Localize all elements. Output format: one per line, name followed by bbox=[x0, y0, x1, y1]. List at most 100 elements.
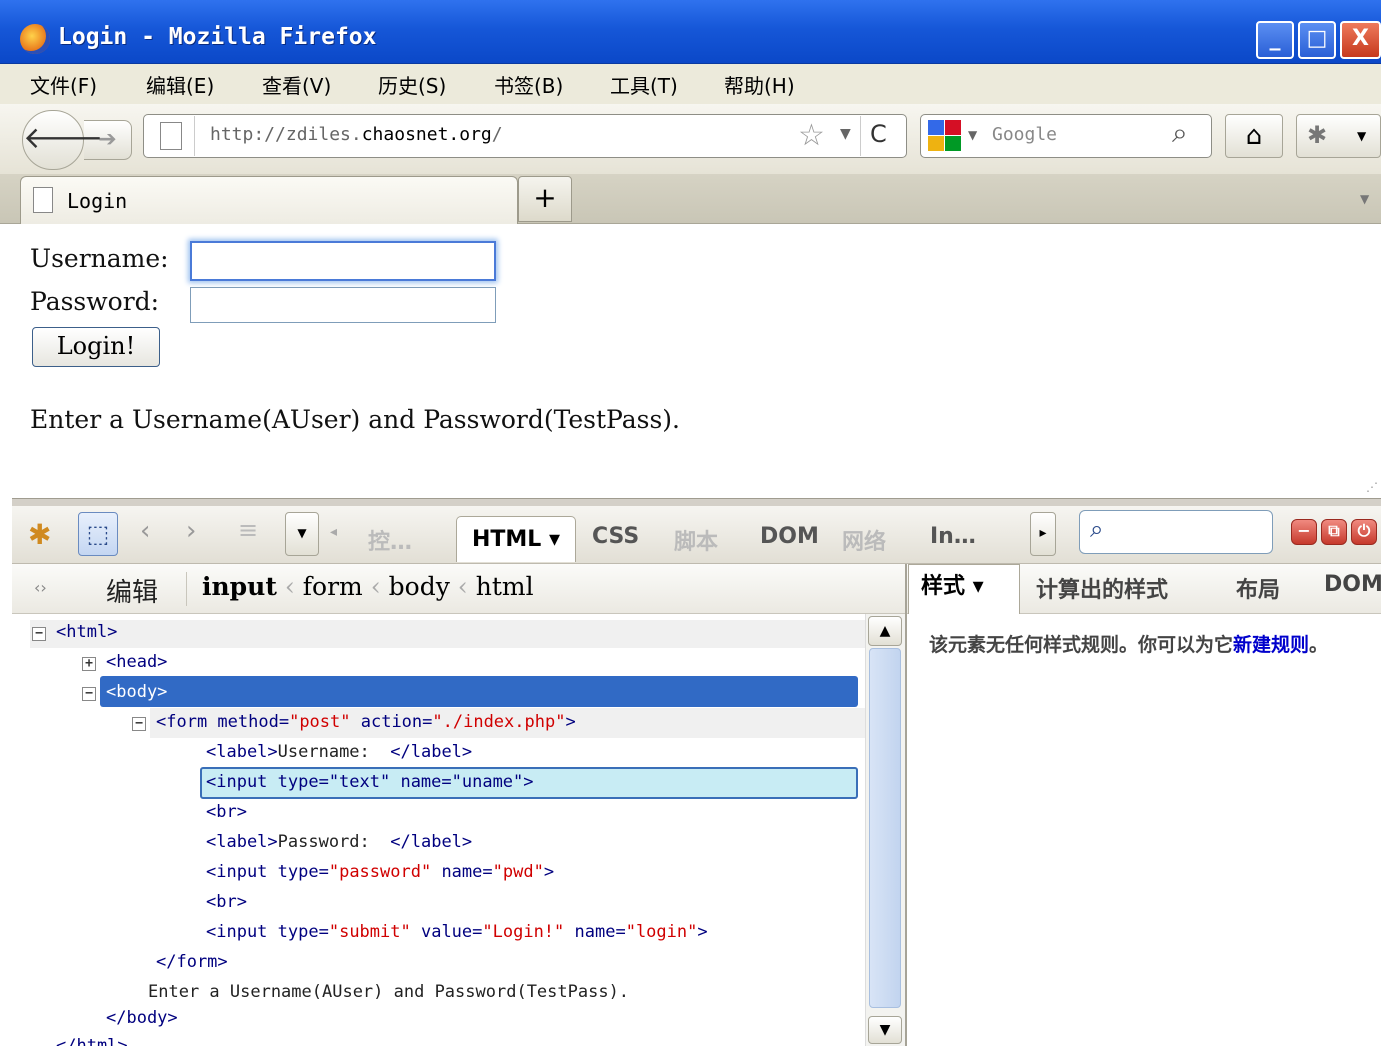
home-button[interactable]: ⌂ bbox=[1225, 114, 1283, 158]
menu-view[interactable]: 查看(V) bbox=[262, 70, 331, 99]
collapse-icon[interactable]: − bbox=[32, 627, 46, 641]
collapse-icon[interactable]: − bbox=[132, 717, 146, 731]
tree-node-label-username[interactable]: <label>Username: </label> bbox=[206, 738, 472, 766]
tab-layout[interactable]: 布局 bbox=[1236, 572, 1280, 604]
firefox-logo-icon bbox=[20, 24, 50, 54]
tab-html[interactable]: HTML ▾ bbox=[456, 516, 576, 562]
side-panel-tabs: 样式 ▾ 计算出的样式 布局 DOM bbox=[906, 564, 1381, 614]
tree-node-form[interactable]: <form method="post" action="./index.php"… bbox=[156, 708, 576, 736]
panel-menu-button[interactable]: ▼ bbox=[285, 512, 319, 556]
tab-list-dropdown-icon[interactable]: ▼ bbox=[1360, 192, 1369, 206]
tab-net[interactable]: 网络 bbox=[842, 524, 886, 556]
crumb-form[interactable]: form bbox=[303, 572, 363, 601]
tab-login[interactable]: Login bbox=[20, 176, 518, 224]
window-title-bar[interactable]: Login - Mozilla Firefox bbox=[0, 0, 1381, 64]
tab-computed-style[interactable]: 计算出的样式 bbox=[1036, 572, 1168, 604]
new-tab-button[interactable]: + bbox=[518, 176, 572, 222]
back-button[interactable]: 🡐 bbox=[22, 110, 103, 170]
reload-icon[interactable]: C bbox=[870, 120, 887, 148]
scroll-up-button[interactable]: ▲ bbox=[868, 616, 902, 646]
tab-scroll-left-icon[interactable]: ◂ bbox=[330, 524, 337, 540]
tree-scrollbar[interactable]: ▲ ▼ bbox=[865, 614, 905, 1046]
tree-node-input-submit[interactable]: <input type="submit" value="Login!" name… bbox=[206, 918, 708, 946]
tab-css[interactable]: CSS bbox=[592, 524, 639, 549]
edit-button[interactable]: 编辑 bbox=[106, 572, 158, 609]
menu-tools[interactable]: 工具(T) bbox=[610, 70, 678, 99]
search-icon[interactable]: ⌕ bbox=[1172, 116, 1188, 150]
tab-style[interactable]: 样式 ▾ bbox=[908, 564, 1020, 614]
no-style-rules-message: 该元素无任何样式规则。你可以为它新建规则。 bbox=[929, 634, 1329, 656]
firebug-minimize-button[interactable]: − bbox=[1291, 519, 1317, 545]
expand-icon[interactable]: + bbox=[82, 657, 96, 671]
menu-edit[interactable]: 编辑(E) bbox=[146, 70, 214, 99]
selected-row bbox=[100, 676, 858, 707]
tab-more[interactable]: In… bbox=[930, 524, 976, 549]
tab-scroll-right-button[interactable]: ▸ bbox=[1030, 512, 1056, 556]
tree-node-html[interactable]: <html> bbox=[56, 618, 117, 646]
url-separator-2 bbox=[860, 116, 861, 156]
username-input[interactable] bbox=[190, 241, 496, 281]
tree-node-form-close[interactable]: </form> bbox=[156, 948, 228, 976]
tree-node-head[interactable]: <head> bbox=[106, 648, 167, 676]
login-button[interactable]: Login! bbox=[32, 327, 160, 367]
tree-node-html-close[interactable]: </html> bbox=[56, 1032, 128, 1046]
minimize-button[interactable]: _ bbox=[1256, 21, 1294, 59]
inspect-element-button[interactable]: ⬚ bbox=[78, 512, 118, 556]
url-separator bbox=[194, 116, 195, 156]
tree-node-input-pwd[interactable]: <input type="password" name="pwd"> bbox=[206, 858, 554, 886]
firebug-close-button[interactable]: ⏻ bbox=[1351, 519, 1377, 545]
menu-bookmarks[interactable]: 书签(B) bbox=[494, 70, 563, 99]
url-text[interactable]: http://zdiles.chaosnet.org/ bbox=[210, 124, 503, 145]
search-placeholder: Google bbox=[992, 124, 1058, 145]
tree-node-body-close[interactable]: </body> bbox=[106, 1004, 178, 1032]
menu-file[interactable]: 文件(F) bbox=[30, 70, 97, 99]
google-engine-icon[interactable] bbox=[928, 120, 964, 152]
scroll-thumb[interactable] bbox=[869, 648, 901, 1008]
tree-node-input-uname[interactable]: <input type="text" name="uname"> bbox=[206, 768, 534, 796]
menu-bar: 文件(F) 编辑(E) 查看(V) 历史(S) 书签(B) 工具(T) 帮助(H… bbox=[0, 64, 1381, 104]
tree-node-label-password[interactable]: <label>Password: </label> bbox=[206, 828, 472, 856]
menu-history[interactable]: 历史(S) bbox=[378, 70, 446, 99]
tab-side-dom[interactable]: DOM bbox=[1324, 572, 1381, 597]
password-input[interactable] bbox=[190, 287, 496, 323]
password-label: Password: bbox=[30, 287, 160, 316]
tree-node-br[interactable]: <br> bbox=[206, 888, 247, 916]
crumb-input[interactable]: input bbox=[202, 572, 277, 601]
search-engine-dropdown-icon[interactable]: ▼ bbox=[968, 128, 977, 142]
username-label: Username: bbox=[30, 244, 169, 273]
html-breadcrumb-bar: ‹› 编辑 input ‹ form ‹ body ‹ html bbox=[12, 564, 905, 614]
crumb-html[interactable]: html bbox=[476, 572, 534, 601]
expand-collapse-icon[interactable]: ‹› bbox=[34, 578, 47, 597]
firebug-splitter[interactable] bbox=[12, 498, 1381, 506]
firebug-menu-icon[interactable]: ✱ bbox=[28, 518, 51, 551]
menu-help[interactable]: 帮助(H) bbox=[724, 70, 795, 99]
tab-title: Login bbox=[67, 189, 128, 213]
scroll-down-button[interactable]: ▼ bbox=[868, 1016, 902, 1044]
tab-console[interactable]: 控… bbox=[368, 524, 412, 556]
row-highlight bbox=[30, 620, 868, 648]
tree-node-text[interactable]: Enter a Username(AUser) and Password(Tes… bbox=[148, 978, 629, 1006]
url-dropdown-icon[interactable]: ▼ bbox=[840, 126, 851, 142]
new-rule-link[interactable]: 新建规则 bbox=[1233, 634, 1309, 656]
style-side-panel: 该元素无任何样式规则。你可以为它新建规则。 bbox=[907, 614, 1381, 1046]
firebug-toolbar-button[interactable]: ✱ ▼ bbox=[1296, 114, 1381, 158]
bookmark-star-icon[interactable]: ☆ bbox=[798, 118, 825, 153]
firebug-search-input[interactable]: ⌕ bbox=[1079, 510, 1273, 554]
back-chevron-icon[interactable]: ‹ bbox=[140, 516, 150, 546]
maximize-button[interactable]: □ bbox=[1298, 21, 1336, 59]
tree-node-br[interactable]: <br> bbox=[206, 798, 247, 826]
tab-dom[interactable]: DOM bbox=[760, 524, 819, 549]
list-icon[interactable]: ≡ bbox=[238, 516, 258, 544]
arrow-left-icon: 🡐 bbox=[23, 121, 104, 156]
collapse-icon[interactable]: − bbox=[82, 687, 96, 701]
firebug-detach-button[interactable]: ⧉ bbox=[1321, 519, 1347, 545]
forward-chevron-icon[interactable]: › bbox=[186, 516, 196, 546]
window-title: Login - Mozilla Firefox bbox=[58, 24, 377, 50]
close-button[interactable]: X bbox=[1340, 21, 1381, 59]
firebug-bug-icon: ✱ bbox=[1307, 121, 1328, 149]
tab-script[interactable]: 脚本 bbox=[674, 524, 718, 556]
resize-grip-icon[interactable]: ⋰ bbox=[1366, 480, 1378, 494]
page-icon bbox=[160, 122, 182, 150]
tree-node-body[interactable]: <body> bbox=[106, 678, 167, 706]
crumb-body[interactable]: body bbox=[389, 572, 450, 601]
